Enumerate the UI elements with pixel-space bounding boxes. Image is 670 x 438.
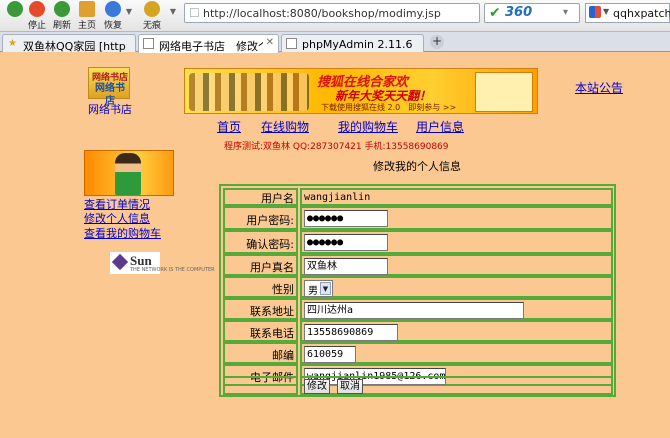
incognito-icon: [144, 1, 160, 17]
tab-phpmyadmin[interactable]: phpMyAdmin 2.11.6 - l...: [281, 34, 424, 52]
confirm-password-field[interactable]: ●●●●●●: [304, 234, 388, 251]
realname-label: 用户真名: [223, 254, 298, 276]
chevron-down-icon: ▼: [603, 7, 610, 16]
contact-info: 程序测试:双鱼林 QQ:287307421 手机:13558690869: [224, 142, 449, 152]
phone-label: 联系电话: [223, 320, 298, 342]
row-gender: 性别 男 ▼: [223, 276, 613, 298]
username-value: wangjianlin: [304, 192, 371, 203]
search-engine-icon: [589, 6, 601, 18]
page-icon: [286, 38, 297, 49]
site-logo-caption[interactable]: 网络书店: [88, 101, 136, 117]
password-label: 用户密码:: [223, 206, 298, 230]
row-phone: 联系电话 13558690869: [223, 320, 613, 342]
address-bar[interactable]: ☐ http://localhost:8080/bookshop/modimy.…: [184, 3, 480, 23]
chevron-down-icon: ▼: [320, 282, 331, 295]
search-box[interactable]: ▼ qqhxpatch 0: [585, 3, 670, 23]
site-logo[interactable]: 网络书店 网络书店: [88, 67, 130, 107]
confirm-label: 确认密码:: [223, 230, 298, 254]
tab-bookstore[interactable]: 网络电子书店 修改个... ✕: [138, 34, 279, 53]
submit-button[interactable]: 修改: [304, 379, 330, 394]
phone-field[interactable]: 13558690869: [304, 324, 398, 341]
security-badge[interactable]: ✔ 360 ▾: [484, 3, 580, 23]
restore-icon: [105, 1, 121, 17]
incognito-button[interactable]: 无痕: [137, 0, 167, 32]
row-realname: 用户真名 双鱼林: [223, 254, 613, 276]
ad-banner[interactable]: 搜狐在线合家欢 新年大奖天天翻！ 下载使用搜狐在线 2.0 即刻参与 >>: [184, 68, 538, 114]
chevron-down-icon[interactable]: ▼: [168, 7, 178, 16]
stop-icon: [29, 1, 45, 17]
banner-product-image: [475, 72, 533, 112]
password-field[interactable]: ●●●●●●: [304, 210, 388, 227]
row-password: 用户密码: ●●●●●●: [223, 206, 613, 230]
new-tab-button[interactable]: +: [430, 35, 444, 49]
row-address: 联系地址 四川达州a: [223, 298, 613, 320]
gender-label: 性别: [223, 276, 298, 298]
sun-icon: [111, 253, 129, 271]
row-actions: 修改 取消: [223, 376, 613, 395]
page-icon: [143, 38, 154, 49]
restore-button[interactable]: 恢复: [98, 0, 128, 32]
row-username: 用户名 wangjianlin: [223, 188, 613, 206]
promo-image: [84, 150, 174, 196]
zip-label: 邮编: [223, 342, 298, 364]
browser-toolbar: 停止 刷新 主页 恢复 ▼ 无痕 ▼ ☐ http://localhost:80…: [0, 0, 670, 32]
chevron-down-icon[interactable]: ▼: [124, 7, 134, 16]
refresh-icon: [54, 1, 70, 17]
notice-link[interactable]: 本站公告: [575, 79, 623, 96]
zip-field[interactable]: 610059: [304, 346, 356, 363]
profile-form: 用户名 wangjianlin 用户密码: ●●●●●● 确认密码: ●●●●●…: [219, 184, 616, 397]
row-zip: 邮编 610059: [223, 342, 613, 364]
nav-home[interactable]: 首页: [217, 118, 241, 135]
search-input[interactable]: qqhxpatch 0: [613, 7, 670, 20]
check-icon: ✔: [489, 5, 501, 21]
home-icon: [79, 1, 95, 17]
username-label: 用户名: [223, 188, 298, 206]
address-text: http://localhost:8080/bookshop/modimy.js…: [203, 7, 441, 20]
banner-people-image: [189, 73, 309, 111]
realname-field[interactable]: 双鱼林: [304, 258, 388, 275]
cancel-button[interactable]: 取消: [337, 379, 363, 394]
form-title: 修改我的个人信息: [373, 160, 461, 173]
address-field[interactable]: 四川达州a: [304, 302, 524, 319]
sidebar-edit-profile-link[interactable]: 修改个人信息: [84, 210, 150, 226]
row-confirm: 确认密码: ●●●●●●: [223, 230, 613, 254]
tab-qq-home[interactable]: ★ 双鱼林QQ家园 [http:/...: [2, 34, 136, 53]
page-icon: ☐: [189, 6, 200, 20]
close-icon[interactable]: ✕: [266, 37, 274, 48]
chevron-down-icon: ▾: [563, 7, 569, 18]
sidebar-cart-link[interactable]: 查看我的购物车: [84, 225, 161, 241]
star-icon: ★: [8, 38, 17, 49]
back-arrow-icon: [7, 1, 23, 17]
sun-logo: Sun THE NETWORK IS THE COMPUTER: [110, 252, 215, 274]
security-brand: 360: [505, 5, 533, 20]
nav-user-info[interactable]: 用户信息: [416, 118, 464, 135]
address-label: 联系地址: [223, 298, 298, 320]
nav-cart[interactable]: 我的购物车: [338, 118, 398, 135]
tab-strip: ★ 双鱼林QQ家园 [http:/... 网络电子书店 修改个... ✕ php…: [0, 32, 670, 53]
nav-shop[interactable]: 在线购物: [261, 118, 309, 135]
gender-select[interactable]: 男 ▼: [304, 280, 333, 297]
